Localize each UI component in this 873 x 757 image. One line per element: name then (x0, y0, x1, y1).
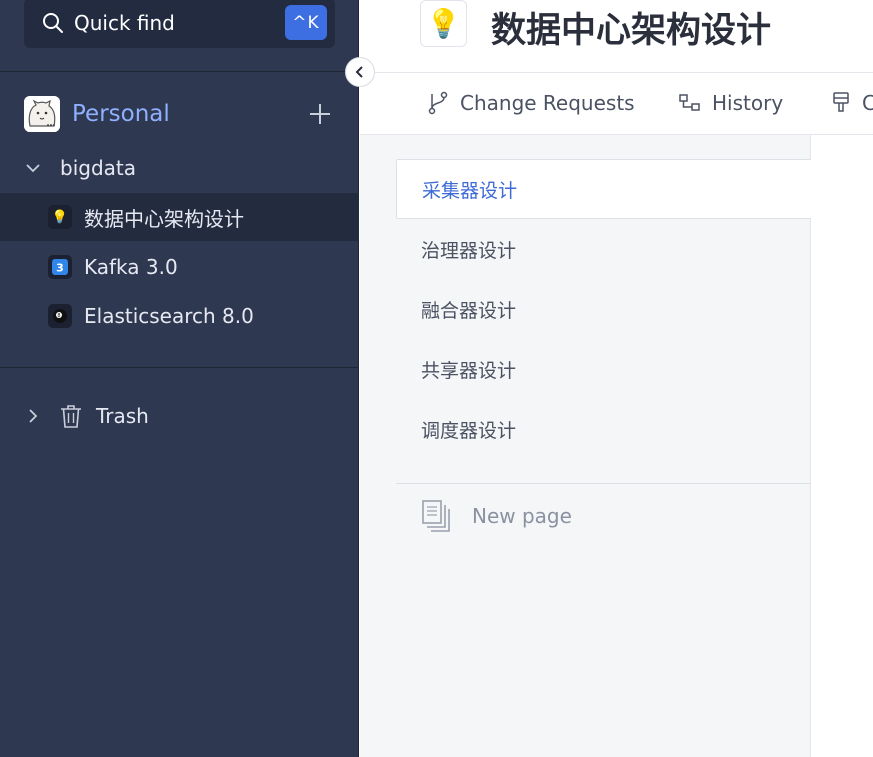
avatar (24, 96, 60, 132)
sidebar-item-label: Trash (96, 404, 149, 428)
new-page-button[interactable]: New page (422, 498, 572, 534)
toc-divider (396, 483, 811, 484)
lightbulb-icon: 💡 (48, 205, 72, 229)
toc-item[interactable]: 采集器设计 (396, 159, 811, 219)
sidebar-item-datacenter[interactable]: 💡 数据中心架构设计 (0, 193, 359, 241)
space-name: Personal (72, 101, 170, 127)
toc-panel: 采集器设计 治理器设计 融合器设计 共享器设计 调度器设计 New page (360, 135, 811, 757)
svg-text:3: 3 (56, 262, 64, 275)
sidebar-divider (0, 71, 359, 72)
sidebar-item-elasticsearch[interactable]: 8 Elasticsearch 8.0 (0, 292, 359, 340)
space-header[interactable]: Personal (24, 96, 334, 132)
shortcut-badge: ^K (285, 5, 327, 40)
trash-icon (61, 405, 81, 428)
tab-label: History (712, 91, 784, 115)
bear-avatar-icon (24, 96, 60, 132)
add-page-icon[interactable] (306, 100, 334, 128)
page-title: 数据中心架构设计 (491, 11, 772, 51)
sidebar-item-label: Elasticsearch 8.0 (84, 304, 254, 328)
new-page-label: New page (472, 504, 572, 528)
tab-label: Change Requests (460, 91, 635, 115)
chevron-down-icon[interactable] (24, 159, 42, 177)
toc-item[interactable]: 融合器设计 (396, 280, 811, 338)
lightbulb-icon: 💡 (426, 7, 461, 40)
tab-label: C (862, 91, 873, 115)
chevron-right-icon[interactable] (24, 407, 42, 425)
brush-icon (833, 92, 849, 112)
history-icon (679, 94, 700, 111)
new-page-icon (422, 500, 450, 532)
sidebar-divider (0, 367, 359, 368)
eight-ball-icon: 8 (48, 304, 72, 328)
number-3-icon: 3 (48, 255, 72, 279)
quick-find-label: Quick find (74, 11, 175, 35)
sidebar-item-trash[interactable]: Trash (0, 392, 359, 440)
page-emoji-button[interactable]: 💡 (420, 0, 467, 47)
toc-item[interactable]: 调度器设计 (396, 400, 811, 458)
branch-icon (428, 91, 448, 115)
sidebar-group-label: bigdata (60, 156, 136, 180)
chevron-left-icon (355, 66, 363, 78)
sidebar-item-label: 数据中心架构设计 (84, 206, 244, 231)
collapse-sidebar-button[interactable] (345, 57, 375, 87)
main-area: 💡 数据中心架构设计 Change Requests History 采集器设计… (360, 0, 873, 757)
tab-customize[interactable]: C (830, 91, 873, 115)
tab-change-requests[interactable]: Change Requests (426, 91, 635, 115)
toc-item[interactable]: 共享器设计 (396, 340, 811, 398)
svg-text:8: 8 (57, 313, 60, 319)
sidebar-item-kafka[interactable]: 3 Kafka 3.0 (0, 243, 359, 291)
sidebar-group-bigdata[interactable]: bigdata (0, 144, 359, 192)
sidebar: Quick find ^K Personal bigdata 💡 数据中心架构设… (0, 0, 359, 757)
page-tabs: Change Requests History C (360, 73, 873, 135)
tab-history[interactable]: History (678, 91, 783, 115)
toc-item[interactable]: 治理器设计 (396, 220, 811, 278)
page-body (811, 135, 873, 757)
search-icon (43, 13, 63, 33)
sidebar-item-label: Kafka 3.0 (84, 255, 178, 279)
quick-find-button[interactable]: Quick find ^K (24, 0, 335, 48)
